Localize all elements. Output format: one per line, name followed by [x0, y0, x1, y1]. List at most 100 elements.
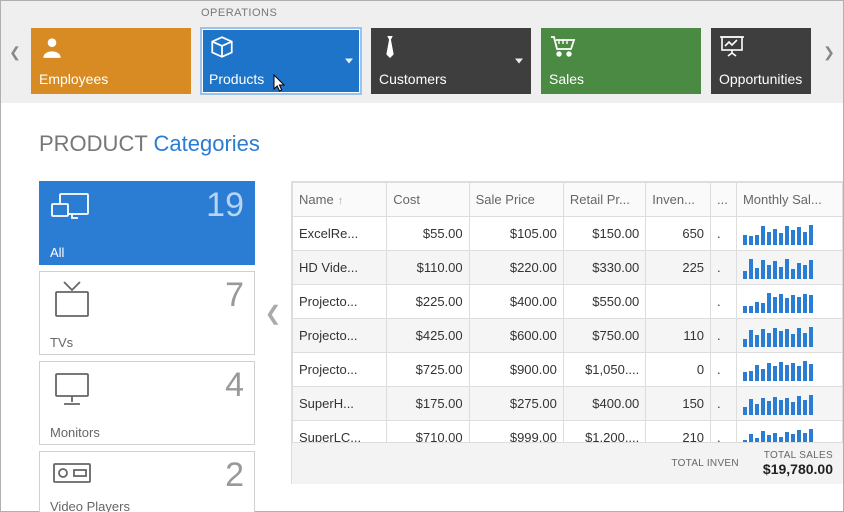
- grid-footer: TOTAL INVEN TOTAL SALES $19,780.00: [292, 442, 843, 484]
- category-label: TVs: [50, 335, 73, 350]
- cell-cost: $175.00: [387, 387, 469, 421]
- player-icon: [50, 460, 94, 488]
- category-sidebar: 19 All 7 TVs 4 Monitors 2 Video Players: [39, 181, 255, 511]
- footer-sales-label: TOTAL SALES: [763, 450, 833, 461]
- cell-name: ExcelRe...: [293, 217, 387, 251]
- category-tile-monitors[interactable]: 4 Monitors: [39, 361, 255, 445]
- cell-retail: $550.00: [563, 285, 645, 319]
- top-nav-bar: OPERATIONS ❮ Employees Products Customer…: [1, 1, 843, 103]
- cell-retail: $1,050....: [563, 353, 645, 387]
- nav-tile-label: Opportunities: [719, 71, 803, 87]
- category-count: 19: [206, 186, 244, 225]
- cell-more: .: [711, 387, 737, 421]
- grid-header-row: Name↑ Cost Sale Price Retail Pr... Inven…: [293, 183, 843, 217]
- cell-sparkline: [736, 387, 842, 421]
- cell-more: .: [711, 217, 737, 251]
- operations-section-label: OPERATIONS: [201, 7, 277, 19]
- presentation-icon: [719, 34, 745, 58]
- cell-sale: $400.00: [469, 285, 563, 319]
- table-row[interactable]: Projecto...$725.00$900.00$1,050....0.: [293, 353, 843, 387]
- category-tile-all[interactable]: 19 All: [39, 181, 255, 265]
- cell-sale: $275.00: [469, 387, 563, 421]
- cell-inventory: 650: [646, 217, 711, 251]
- table-row[interactable]: SuperH...$175.00$275.00$400.00150.: [293, 387, 843, 421]
- monitor-icon: [50, 370, 94, 410]
- cell-sale: $105.00: [469, 217, 563, 251]
- col-header-inventory[interactable]: Inven...: [646, 183, 711, 217]
- nav-tile-label: Products: [209, 71, 353, 87]
- cell-sparkline: [736, 285, 842, 319]
- category-count: 2: [225, 456, 244, 495]
- cell-name: SuperH...: [293, 387, 387, 421]
- nav-tile-opportunities[interactable]: Opportunities: [711, 28, 811, 94]
- cell-sparkline: [736, 217, 842, 251]
- table-row[interactable]: ExcelRe...$55.00$105.00$150.00650.: [293, 217, 843, 251]
- cell-retail: $400.00: [563, 387, 645, 421]
- cell-name: HD Vide...: [293, 251, 387, 285]
- cell-more: .: [711, 353, 737, 387]
- nav-tile-employees[interactable]: Employees: [31, 28, 191, 94]
- cell-sparkline: [736, 319, 842, 353]
- cart-icon: [549, 34, 577, 58]
- cell-retail: $150.00: [563, 217, 645, 251]
- collapse-sidebar-button[interactable]: ❮: [255, 181, 291, 511]
- nav-tile-label: Customers: [379, 71, 523, 87]
- cell-more: .: [711, 319, 737, 353]
- col-header-retail-price[interactable]: Retail Pr...: [563, 183, 645, 217]
- cell-cost: $725.00: [387, 353, 469, 387]
- nav-tile-label: Employees: [39, 71, 183, 87]
- category-label: Monitors: [50, 425, 100, 440]
- cell-more: .: [711, 251, 737, 285]
- cell-sale: $600.00: [469, 319, 563, 353]
- person-icon: [39, 34, 65, 60]
- cell-name: Projecto...: [293, 353, 387, 387]
- page-title: PRODUCT Categories: [39, 131, 260, 157]
- footer-sales-value: $19,780.00: [763, 461, 833, 477]
- col-header-more[interactable]: ...: [711, 183, 737, 217]
- category-count: 7: [225, 276, 244, 315]
- cell-inventory: 225: [646, 251, 711, 285]
- product-grid: Name↑ Cost Sale Price Retail Pr... Inven…: [291, 181, 843, 484]
- cell-sale: $220.00: [469, 251, 563, 285]
- sort-asc-icon: ↑: [338, 195, 344, 207]
- nav-tile-sales[interactable]: Sales: [541, 28, 701, 94]
- cell-retail: $330.00: [563, 251, 645, 285]
- category-tile-tvs[interactable]: 7 TVs: [39, 271, 255, 355]
- category-label: All: [50, 245, 64, 260]
- cell-name: Projecto...: [293, 285, 387, 319]
- cell-sale: $900.00: [469, 353, 563, 387]
- category-label: Video Players: [50, 499, 130, 512]
- cell-inventory: 150: [646, 387, 711, 421]
- table-row[interactable]: Projecto...$225.00$400.00$550.00.: [293, 285, 843, 319]
- table-row[interactable]: Projecto...$425.00$600.00$750.00110.: [293, 319, 843, 353]
- cell-sparkline: [736, 251, 842, 285]
- nav-tile-label: Sales: [549, 71, 693, 87]
- devices-icon: [50, 190, 94, 224]
- cell-cost: $425.00: [387, 319, 469, 353]
- tie-icon: [379, 34, 401, 60]
- nav-tile-products[interactable]: Products: [201, 28, 361, 94]
- cell-inventory: [646, 285, 711, 319]
- cell-more: .: [711, 285, 737, 319]
- nav-scroll-right[interactable]: ❯: [815, 44, 843, 61]
- col-header-monthly-sales[interactable]: Monthly Sal...: [736, 183, 842, 217]
- nav-tile-customers[interactable]: Customers: [371, 28, 531, 94]
- cell-cost: $225.00: [387, 285, 469, 319]
- category-count: 4: [225, 366, 244, 405]
- cell-name: Projecto...: [293, 319, 387, 353]
- cell-sparkline: [736, 353, 842, 387]
- dropdown-icon[interactable]: [515, 59, 523, 64]
- box-icon: [209, 34, 235, 60]
- cell-cost: $110.00: [387, 251, 469, 285]
- dropdown-icon[interactable]: [345, 59, 353, 64]
- col-header-cost[interactable]: Cost: [387, 183, 469, 217]
- nav-scroll-left[interactable]: ❮: [1, 44, 29, 61]
- cell-inventory: 0: [646, 353, 711, 387]
- cell-cost: $55.00: [387, 217, 469, 251]
- footer-inventory-label: TOTAL INVEN: [671, 458, 739, 469]
- col-header-sale-price[interactable]: Sale Price: [469, 183, 563, 217]
- table-row[interactable]: HD Vide...$110.00$220.00$330.00225.: [293, 251, 843, 285]
- category-tile-video-players[interactable]: 2 Video Players: [39, 451, 255, 512]
- col-header-name[interactable]: Name↑: [293, 183, 387, 217]
- cell-inventory: 110: [646, 319, 711, 353]
